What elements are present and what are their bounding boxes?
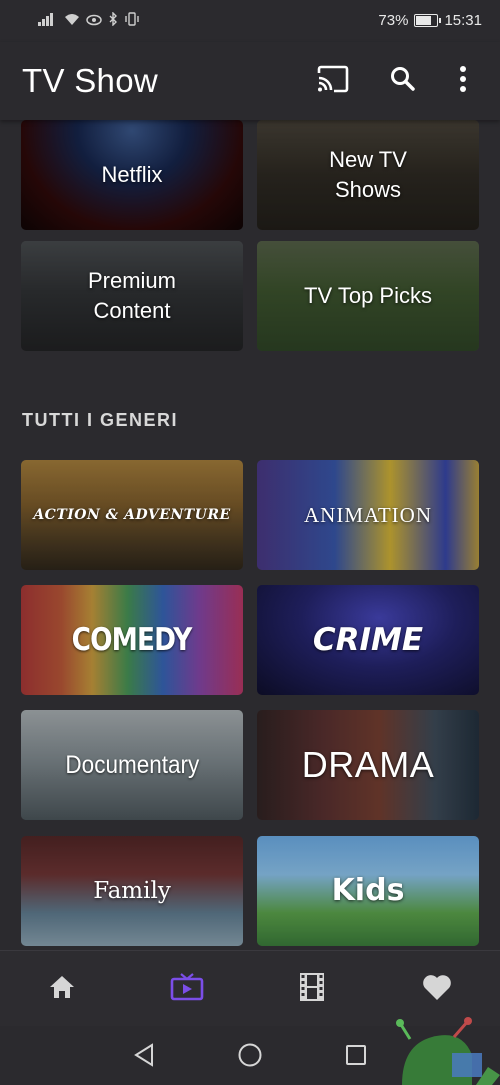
wifi-icon [64, 12, 80, 31]
tile-label: DRAMA [301, 744, 435, 785]
system-home-button[interactable] [237, 1042, 263, 1073]
battery-level [416, 16, 432, 25]
tile-kids[interactable]: Kids [257, 836, 479, 946]
bluetooth-icon [108, 11, 118, 31]
tile-label: ANIMATION [304, 503, 432, 527]
tile-animation[interactable]: ANIMATION [257, 460, 479, 570]
system-back-button[interactable] [131, 1042, 157, 1072]
page-title: TV Show [22, 62, 158, 99]
main-content[interactable]: Netflix New TV Shows Premium Content TV … [0, 120, 500, 950]
tile-label: COMEDY [72, 622, 193, 658]
tile-label: Netflix [101, 162, 163, 187]
search-button[interactable] [386, 64, 420, 98]
tile-label: Documentary [65, 751, 199, 779]
tile-label: TV Top Picks [304, 283, 432, 308]
signal-icon [38, 12, 58, 31]
search-icon [390, 66, 416, 97]
tile-label: Premium Content [87, 268, 176, 323]
tile-label: Family [93, 878, 171, 904]
section-title-genres: TUTTI I GENERI [22, 410, 178, 430]
cast-button[interactable] [316, 64, 350, 98]
nav-favorites[interactable] [417, 971, 457, 1007]
clock: 15:31 [444, 12, 482, 29]
tile-documentary[interactable]: Documentary [21, 710, 243, 820]
tv-icon [170, 972, 204, 1007]
tile-crime[interactable]: CRIME [257, 585, 479, 695]
status-icons-right: 73% 15:31 [378, 12, 482, 29]
status-bar: 73% 15:31 [0, 0, 500, 42]
vibrate-icon [124, 12, 140, 31]
tile-family[interactable]: Family [21, 836, 243, 946]
watermark-logo [392, 1015, 500, 1085]
tile-comedy[interactable]: COMEDY [21, 585, 243, 695]
nav-tv-shows[interactable] [167, 971, 207, 1007]
tile-drama[interactable]: DRAMA [257, 710, 479, 820]
screen: 73% 15:31 TV Show Netflix New TV Shows P… [0, 0, 500, 1085]
app-bar-actions [280, 64, 480, 98]
eye-icon [86, 13, 102, 31]
tile-label: CRIME [312, 622, 424, 658]
film-icon [299, 972, 325, 1007]
more-options-button[interactable] [446, 64, 480, 98]
battery-percent: 73% [378, 12, 409, 29]
back-icon [133, 1042, 155, 1072]
recents-icon [344, 1043, 368, 1072]
more-vert-icon [459, 65, 467, 97]
tile-new-tv-shows[interactable]: New TV Shows [257, 120, 479, 230]
heart-icon [422, 973, 452, 1006]
tile-premium-content[interactable]: Premium Content [21, 241, 243, 351]
tile-label: New TV Shows [329, 147, 407, 202]
battery-icon [414, 14, 442, 27]
cast-icon [316, 65, 350, 98]
tile-tv-top-picks[interactable]: TV Top Picks [257, 241, 479, 351]
nav-home[interactable] [42, 971, 82, 1007]
home-icon [48, 974, 76, 1005]
home-circle-icon [237, 1042, 263, 1073]
tile-netflix[interactable]: Netflix [21, 120, 243, 230]
nav-movies[interactable] [292, 971, 332, 1007]
system-recents-button[interactable] [343, 1044, 369, 1070]
tile-action-adventure[interactable]: ACTION & ADVENTURE [21, 460, 243, 570]
tile-label: ACTION & ADVENTURE [33, 507, 231, 523]
app-bar: TV Show [0, 42, 500, 120]
status-icons-left [38, 11, 140, 31]
tile-label: Kids [331, 873, 405, 908]
